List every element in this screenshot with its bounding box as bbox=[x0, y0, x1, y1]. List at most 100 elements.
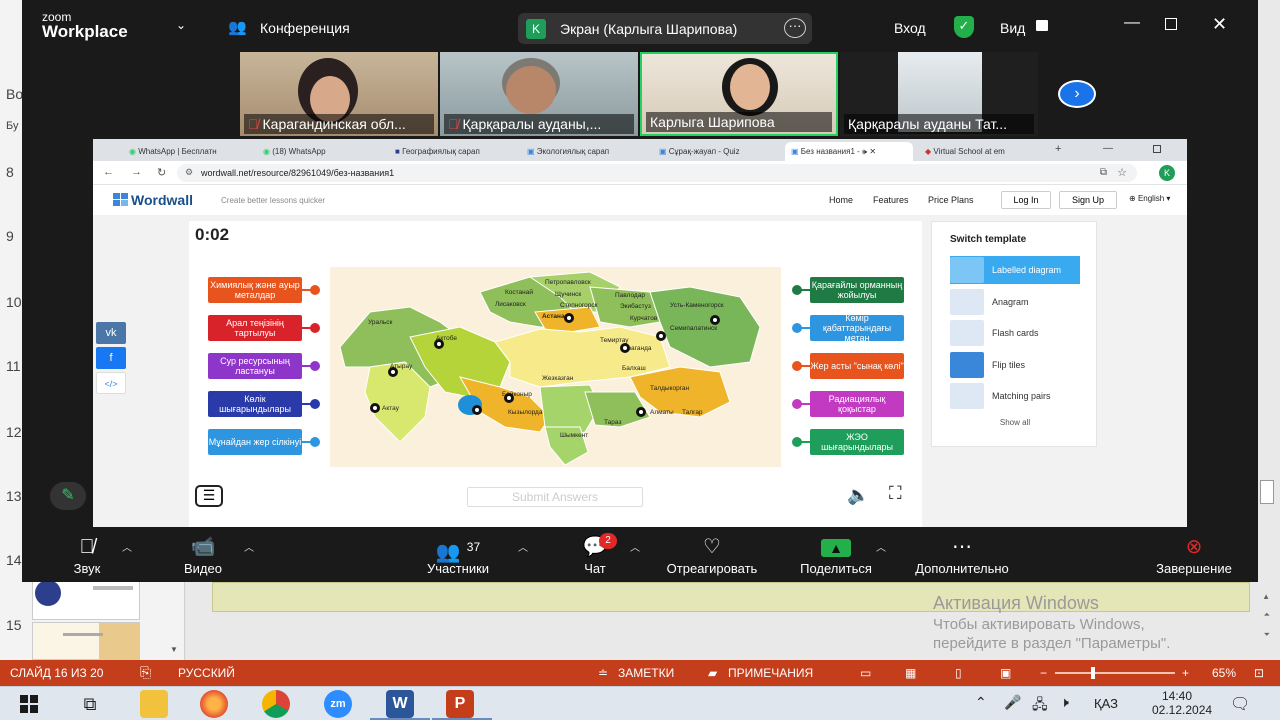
close-icon[interactable]: ✕ bbox=[1212, 14, 1227, 35]
nav-home[interactable]: Home bbox=[829, 195, 853, 205]
zoom-level[interactable]: 65% bbox=[1212, 666, 1236, 680]
chevron-down-icon[interactable]: ⌄ bbox=[176, 18, 186, 32]
view-button[interactable]: Вид bbox=[1000, 20, 1025, 36]
zoom-slider-thumb[interactable] bbox=[1091, 667, 1095, 679]
browser-tab[interactable]: ■ Географиялық сарап bbox=[389, 142, 517, 161]
template-flip-tiles[interactable]: Flip tiles bbox=[950, 351, 1080, 379]
drop-target[interactable] bbox=[656, 331, 666, 341]
grid-view-icon[interactable] bbox=[1036, 20, 1048, 31]
maximize-icon[interactable] bbox=[1165, 18, 1177, 30]
browser-tab[interactable]: ◉ (18) WhatsApp bbox=[257, 142, 385, 161]
network-icon[interactable]: 🖧 bbox=[1032, 694, 1048, 718]
template-matching-pairs[interactable]: Matching pairs bbox=[950, 382, 1080, 410]
drop-target[interactable] bbox=[564, 313, 574, 323]
notes-button[interactable]: ЗАМЕТКИ bbox=[618, 666, 674, 680]
volume-icon[interactable]: 🕨 bbox=[1060, 694, 1069, 711]
vk-share-button[interactable]: vk bbox=[96, 322, 126, 344]
draggable-label[interactable]: Сур ресурсының ластануы bbox=[208, 353, 302, 379]
profile-avatar[interactable]: K bbox=[1159, 165, 1175, 181]
reading-view-icon[interactable]: ▯ bbox=[955, 666, 962, 680]
nav-price-plans[interactable]: Price Plans bbox=[928, 195, 974, 205]
task-view-icon[interactable]: ⧉ bbox=[76, 690, 104, 718]
browser-tab[interactable]: ▣ Сұрақ-жауап - Quiz bbox=[653, 142, 781, 161]
sound-icon[interactable]: 🔈 bbox=[847, 485, 869, 506]
share-options-caret[interactable]: ︿ bbox=[876, 539, 886, 554]
drop-target[interactable] bbox=[504, 393, 514, 403]
language-selector[interactable]: ⊕ English ▾ bbox=[1129, 194, 1170, 203]
audio-options-caret[interactable]: ︿ bbox=[122, 539, 132, 554]
drop-target[interactable] bbox=[636, 407, 646, 417]
next-page-button[interactable]: › bbox=[1058, 80, 1096, 108]
draggable-label[interactable]: Қарағайлы орманның жойылуы bbox=[810, 277, 904, 303]
comments-button[interactable]: ПРИМЕЧАНИЯ bbox=[728, 666, 813, 680]
annotate-pen-icon[interactable]: ✎ bbox=[50, 482, 86, 510]
browser-tab[interactable]: ▣ Экологиялық сарап bbox=[521, 142, 649, 161]
draggable-label[interactable]: Химиялық және ауыр металдар bbox=[208, 277, 302, 303]
signup-button[interactable]: Sign Up bbox=[1059, 191, 1117, 209]
scrollbar-thumb[interactable] bbox=[1260, 480, 1274, 504]
language-status[interactable]: РУССКИЙ bbox=[178, 666, 235, 680]
minimize-icon[interactable]: — bbox=[1103, 143, 1113, 154]
audio-button[interactable]: 🎙̸ Звук bbox=[66, 535, 108, 576]
slideshow-icon[interactable]: ▣ bbox=[1000, 666, 1011, 680]
zoom-slider[interactable] bbox=[1055, 667, 1175, 679]
file-explorer-icon[interactable] bbox=[140, 690, 168, 718]
draggable-label[interactable]: Көлік шығарындылары bbox=[208, 391, 302, 417]
browser-tab[interactable]: ◉ WhatsApp | Бесплатн bbox=[123, 142, 253, 161]
chat-options-caret[interactable]: ︿ bbox=[630, 539, 640, 554]
minimize-icon[interactable]: — bbox=[1124, 14, 1140, 32]
template-labelled-diagram[interactable]: Labelled diagram bbox=[950, 256, 1080, 284]
participant-video[interactable]: Қарқаралы ауданы Тат... bbox=[840, 52, 1038, 136]
microphone-icon[interactable]: 🎤 bbox=[1004, 694, 1021, 711]
template-anagram[interactable]: Anagram bbox=[950, 288, 1080, 316]
new-tab-icon[interactable]: + bbox=[1055, 143, 1061, 155]
maximize-icon[interactable] bbox=[1153, 145, 1161, 153]
tray-chevron-icon[interactable]: ⌃ bbox=[975, 694, 987, 711]
login-button[interactable]: Log In bbox=[1001, 191, 1051, 209]
draggable-label[interactable]: ЖЭО шығарындылары bbox=[810, 429, 904, 455]
zoom-in-icon[interactable]: + bbox=[1182, 666, 1189, 680]
wordwall-logo[interactable]: Wordwall bbox=[131, 192, 193, 208]
security-shield-icon[interactable]: ✓ bbox=[954, 16, 974, 38]
url-field[interactable]: ⚙ wordwall.net/resource/82961049/без-наз… bbox=[177, 164, 1137, 182]
draggable-label[interactable]: Көмір қабаттарындағы метан bbox=[810, 313, 904, 343]
next-slide-icon[interactable]: ⏷ bbox=[1264, 630, 1270, 640]
video-button[interactable]: 📹 Видео bbox=[180, 535, 226, 576]
drop-target[interactable] bbox=[710, 315, 720, 325]
drop-target[interactable] bbox=[370, 403, 380, 413]
zoom-out-icon[interactable]: − bbox=[1040, 666, 1047, 680]
bookmark-star-icon[interactable]: ☆ bbox=[1117, 166, 1127, 179]
video-options-caret[interactable]: ︿ bbox=[244, 539, 254, 554]
screen-share-pill[interactable]: K Экран (Карлыга Шарипова) ··· bbox=[518, 13, 812, 44]
fullscreen-icon[interactable]: ⛶ bbox=[889, 483, 902, 504]
firefox-icon[interactable] bbox=[200, 690, 228, 718]
slide-sorter-icon[interactable]: ▦ bbox=[905, 666, 916, 680]
chat-button[interactable]: 💬 Чат 2 bbox=[577, 533, 617, 576]
participants-options-caret[interactable]: ︿ bbox=[518, 539, 528, 554]
draggable-label[interactable]: Жер асты "сынақ көлі" bbox=[810, 353, 904, 379]
slide-thumbnail[interactable] bbox=[32, 622, 140, 661]
submit-answers-button[interactable]: Submit Answers bbox=[467, 487, 643, 507]
site-info-icon[interactable]: ⚙ bbox=[185, 167, 193, 178]
windows-start-icon[interactable] bbox=[20, 695, 38, 713]
template-flash-cards[interactable]: Flash cards bbox=[950, 319, 1080, 347]
drop-target[interactable] bbox=[472, 405, 482, 415]
end-meeting-button[interactable]: ⊗ Завершение bbox=[1148, 535, 1240, 576]
participant-video[interactable]: 🎙̸ Карагандинская обл... bbox=[240, 52, 438, 136]
show-all-link[interactable]: Show all bbox=[932, 418, 1098, 427]
wordwall-logo-icon[interactable] bbox=[113, 193, 129, 207]
spellcheck-icon[interactable]: ⎘ bbox=[140, 664, 151, 681]
reload-icon[interactable]: ↻ bbox=[157, 166, 166, 179]
fit-slide-icon[interactable]: ⊡ bbox=[1254, 666, 1264, 680]
chrome-icon[interactable] bbox=[262, 690, 290, 718]
more-button[interactable]: ⋯ Дополнительно bbox=[906, 535, 1018, 576]
scroll-up-icon[interactable]: ▲ bbox=[1262, 592, 1270, 601]
embed-button[interactable]: </> bbox=[96, 372, 126, 394]
participant-video-active-speaker[interactable]: Карлыга Шарипова bbox=[640, 52, 838, 136]
participants-button[interactable]: 👥 37 Участники bbox=[418, 535, 498, 576]
translate-icon[interactable]: ⧉ bbox=[1100, 167, 1107, 178]
drop-target[interactable] bbox=[388, 367, 398, 377]
zoom-app-icon[interactable]: zm bbox=[324, 690, 352, 718]
drop-target[interactable] bbox=[620, 343, 630, 353]
meeting-label[interactable]: Конференция bbox=[260, 20, 350, 36]
